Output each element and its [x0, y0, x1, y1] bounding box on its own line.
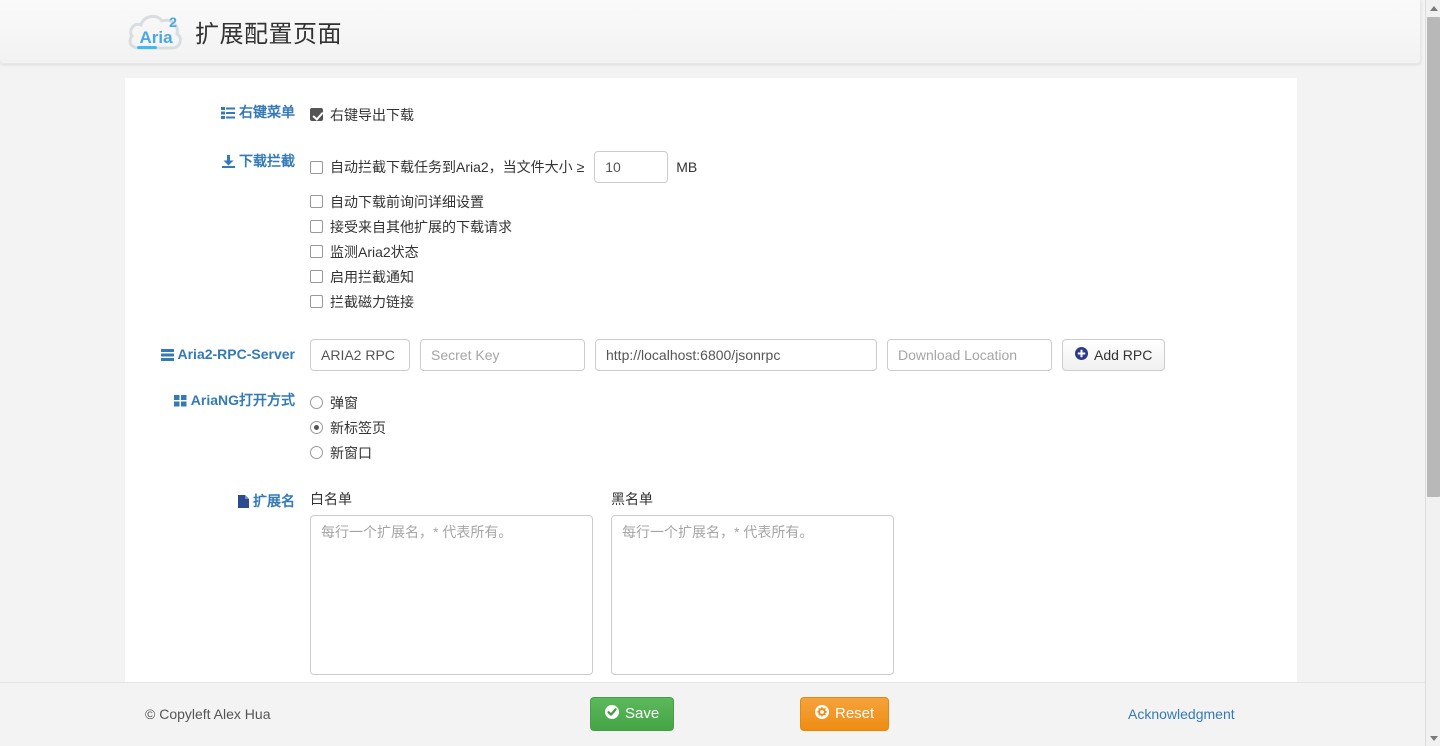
scroll-down-arrow-icon[interactable] — [1426, 730, 1440, 746]
checkbox-context-export-label: 右键导出下载 — [330, 105, 414, 125]
label-download-intercept: 下载拦截 — [125, 151, 310, 173]
checkbox-row-enable-notify[interactable]: 启用拦截通知 — [310, 264, 1297, 289]
rpc-name-input[interactable] — [310, 339, 410, 371]
server-icon — [161, 340, 174, 372]
checkbox-row-intercept-magnet[interactable]: 拦截磁力链接 — [310, 289, 1297, 314]
label-context-menu: 右键菜单 — [125, 102, 310, 124]
checkbox-intercept-magnet-label: 拦截磁力链接 — [330, 292, 414, 312]
app-header: Aria 2 扩展配置页面 — [0, 0, 1421, 64]
grid-icon — [174, 392, 187, 412]
check-circle-icon — [605, 705, 619, 723]
checkbox-row-ask-before[interactable]: 自动下载前询问详细设置 — [310, 189, 1297, 214]
whitelist-caption: 白名单 — [310, 489, 593, 509]
save-button-label: Save — [625, 705, 659, 722]
checkbox-row-context-export[interactable]: 右键导出下载 — [310, 102, 1297, 127]
label-rpc-server-text: Aria2-RPC-Server — [178, 346, 296, 362]
copyright-text: © Copyleft Alex Hua — [145, 706, 271, 722]
checkbox-intercept-magnet[interactable] — [310, 295, 323, 308]
size-unit-label: MB — [676, 159, 697, 175]
settings-form: 右键菜单 右键导出下载 下载拦截 自动拦截下载任务到Aria2，当文件大小 — [125, 78, 1297, 682]
row-context-menu: 右键菜单 右键导出下载 — [125, 102, 1297, 127]
download-icon — [222, 153, 235, 173]
radio-new-window-label: 新窗口 — [330, 443, 372, 463]
whitelist-column: 白名单 — [310, 489, 593, 675]
label-ariang-open-mode: AriaNG打开方式 — [125, 390, 310, 412]
checkbox-accept-external[interactable] — [310, 220, 323, 233]
file-icon — [238, 493, 249, 513]
checkbox-accept-external-label: 接受来自其他扩展的下载请求 — [330, 217, 512, 237]
blacklist-caption: 黑名单 — [611, 489, 894, 509]
radio-popup-label: 弹窗 — [330, 393, 358, 413]
radio-new-tab-label: 新标签页 — [330, 418, 386, 438]
radio-row-new-window[interactable]: 新窗口 — [310, 440, 1297, 465]
radio-row-new-tab[interactable]: 新标签页 — [310, 415, 1297, 440]
reset-button[interactable]: Reset — [800, 697, 889, 731]
checkbox-row-auto-intercept[interactable]: 自动拦截下载任务到Aria2，当文件大小 ≥ MB — [310, 151, 1297, 183]
checkbox-monitor-aria2[interactable] — [310, 245, 323, 258]
add-rpc-button[interactable]: Add RPC — [1062, 339, 1165, 371]
vertical-scrollbar[interactable] — [1425, 0, 1440, 746]
row-ariang-open-mode: AriaNG打开方式 弹窗 新标签页 新窗口 — [125, 390, 1297, 465]
svg-text:2: 2 — [169, 14, 177, 30]
reset-button-label: Reset — [835, 705, 874, 722]
row-rpc-server: Aria2-RPC-Server Add RPC — [125, 338, 1297, 372]
aria2-logo-icon: Aria 2 — [125, 8, 187, 56]
label-ariang-open-mode-text: AriaNG打开方式 — [191, 392, 295, 408]
radio-popup[interactable] — [310, 396, 323, 409]
row-download-intercept: 下载拦截 自动拦截下载任务到Aria2，当文件大小 ≥ MB 自动下载前询问详细… — [125, 151, 1297, 314]
checkbox-ask-before-label: 自动下载前询问详细设置 — [330, 192, 484, 212]
gear-icon — [815, 705, 829, 723]
save-button[interactable]: Save — [590, 697, 674, 731]
checkbox-context-export[interactable] — [310, 108, 323, 121]
checkbox-ask-before[interactable] — [310, 195, 323, 208]
rpc-input-group: Add RPC — [310, 339, 1297, 371]
checkbox-row-accept-external[interactable]: 接受来自其他扩展的下载请求 — [310, 214, 1297, 239]
row-extension-name: 扩展名 白名单 黑名单 — [125, 489, 1297, 675]
extension-lists: 白名单 黑名单 — [310, 489, 1297, 675]
list-icon — [221, 104, 235, 124]
scroll-up-arrow-icon[interactable] — [1426, 0, 1440, 16]
blacklist-column: 黑名单 — [611, 489, 894, 675]
acknowledgment-link[interactable]: Acknowledgment — [1128, 706, 1235, 722]
radio-row-popup[interactable]: 弹窗 — [310, 390, 1297, 415]
label-rpc-server: Aria2-RPC-Server — [125, 338, 310, 372]
rpc-url-input[interactable] — [595, 339, 877, 371]
add-rpc-button-label: Add RPC — [1094, 347, 1152, 363]
page-title: 扩展配置页面 — [195, 14, 342, 49]
label-context-menu-text: 右键菜单 — [239, 104, 295, 120]
checkbox-row-monitor-aria2[interactable]: 监测Aria2状态 — [310, 239, 1297, 264]
label-extension-name-text: 扩展名 — [253, 493, 295, 509]
rpc-download-location-input[interactable] — [887, 339, 1052, 371]
scrollbar-thumb[interactable] — [1427, 17, 1440, 497]
checkbox-monitor-aria2-label: 监测Aria2状态 — [330, 242, 419, 262]
radio-new-tab[interactable] — [310, 421, 323, 434]
page-footer: © Copyleft Alex Hua Save Reset Acknowled… — [0, 682, 1425, 744]
checkbox-auto-intercept[interactable] — [310, 161, 323, 174]
checkbox-enable-notify[interactable] — [310, 270, 323, 283]
whitelist-textarea[interactable] — [310, 515, 593, 675]
blacklist-textarea[interactable] — [611, 515, 894, 675]
plus-circle-icon — [1075, 347, 1088, 363]
checkbox-auto-intercept-label: 自动拦截下载任务到Aria2，当文件大小 ≥ — [330, 157, 584, 177]
min-file-size-input[interactable] — [594, 151, 668, 183]
brand: Aria 2 扩展配置页面 — [125, 8, 342, 56]
checkbox-enable-notify-label: 启用拦截通知 — [330, 267, 414, 287]
rpc-secret-input[interactable] — [420, 339, 585, 371]
label-download-intercept-text: 下载拦截 — [239, 153, 295, 169]
svg-text:Aria: Aria — [139, 28, 173, 47]
label-extension-name: 扩展名 — [125, 489, 310, 513]
radio-new-window[interactable] — [310, 446, 323, 459]
